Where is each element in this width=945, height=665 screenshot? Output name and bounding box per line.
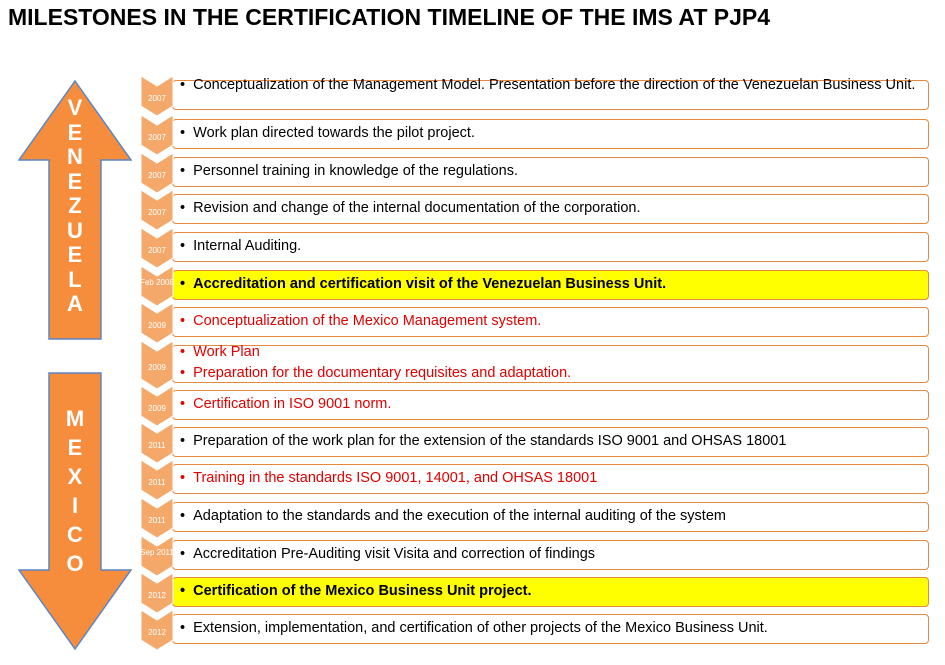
milestone-line: Extension, implementation, and certifica… <box>180 620 920 636</box>
milestone-line: Adaptation to the standards and the exec… <box>180 508 920 524</box>
milestone-date: 2012 <box>148 628 166 637</box>
milestone-line: Preparation for the documentary requisit… <box>180 363 920 384</box>
milestone-date: Feb 2008 <box>140 278 174 287</box>
date-chevron: 2012 <box>140 573 174 613</box>
venezuela-letter: V <box>67 95 83 120</box>
milestone-date: 2009 <box>148 321 166 330</box>
date-chevron: 2012 <box>140 610 174 650</box>
mexico-arrow-label: MEXICO <box>18 404 132 578</box>
milestone-text: Conceptualization of the Management Mode… <box>180 77 920 94</box>
mexico-letter: M <box>65 406 85 431</box>
venezuela-letter: L <box>68 266 82 292</box>
milestone-date: 2009 <box>148 363 166 372</box>
date-chevron: 2007 <box>140 115 174 155</box>
venezuela-letter: E <box>67 242 83 267</box>
milestone-text: Work plan directed towards the pilot pro… <box>180 125 920 141</box>
milestone-date: 2012 <box>148 591 166 600</box>
date-chevron: 2007 <box>140 76 174 116</box>
milestone-line: Training in the standards ISO 9001, 1400… <box>180 470 920 486</box>
milestone-date: Sep 2011 <box>140 548 174 557</box>
milestone-text: Conceptualization of the Mexico Manageme… <box>180 313 920 329</box>
milestone-text: Revision and change of the internal docu… <box>180 200 920 216</box>
milestone-date: 2007 <box>148 208 166 217</box>
date-chevron: 2009 <box>140 341 174 389</box>
milestone-line: Preparation of the work plan for the ext… <box>180 433 920 449</box>
date-chevron: 2009 <box>140 303 174 343</box>
milestone-text: Internal Auditing. <box>180 238 920 254</box>
milestone-date: 2007 <box>148 171 166 180</box>
milestone-text: Personnel training in knowledge of the r… <box>180 163 920 179</box>
milestone-line: Personnel training in knowledge of the r… <box>180 163 920 179</box>
date-chevron: Sep 2011 <box>140 536 174 576</box>
milestone-date: 2009 <box>148 404 166 413</box>
mexico-letter: I <box>71 493 79 518</box>
milestone-timeline: VENEZUELAMEXICO2007Conceptualization of … <box>0 0 945 665</box>
date-chevron: 2011 <box>140 460 174 500</box>
date-chevron: 2007 <box>140 153 174 193</box>
milestone-date: 2011 <box>148 516 166 525</box>
venezuela-letter: N <box>67 144 83 169</box>
milestone-line: Conceptualization of the Management Mode… <box>180 77 920 94</box>
milestone-text: Work PlanPreparation for the documentary… <box>180 342 920 384</box>
mexico-letter: X <box>67 464 83 489</box>
venezuela-letter: U <box>67 217 83 243</box>
milestone-text: Certification of the Mexico Business Uni… <box>180 583 920 599</box>
mexico-arrow: MEXICO <box>17 372 133 651</box>
milestone-line: Accreditation and certification visit of… <box>180 276 920 292</box>
milestone-date: 2007 <box>148 246 166 255</box>
milestone-text: Accreditation Pre-Auditing visit Visita … <box>180 546 920 562</box>
milestone-line: Certification of the Mexico Business Uni… <box>180 583 920 599</box>
milestone-text: Preparation of the work plan for the ext… <box>180 433 920 449</box>
milestone-date: 2007 <box>148 133 166 142</box>
milestone-line: Work Plan <box>180 342 920 363</box>
milestone-line: Certification in ISO 9001 norm. <box>180 396 920 412</box>
venezuela-arrow: VENEZUELA <box>17 79 133 340</box>
mexico-letter: O <box>66 551 84 576</box>
mexico-letter: E <box>67 435 83 460</box>
milestone-line: Work plan directed towards the pilot pro… <box>180 125 920 141</box>
milestone-date: 2011 <box>148 441 166 450</box>
date-chevron: 2007 <box>140 228 174 268</box>
milestone-line: Revision and change of the internal docu… <box>180 200 920 216</box>
milestone-date: 2011 <box>148 478 166 487</box>
milestone-text: Adaptation to the standards and the exec… <box>180 508 920 524</box>
milestone-text: Training in the standards ISO 9001, 1400… <box>180 470 920 486</box>
milestone-text: Extension, implementation, and certifica… <box>180 620 920 636</box>
venezuela-letter: Z <box>68 193 82 218</box>
venezuela-letter: E <box>67 119 83 145</box>
date-chevron: 2009 <box>140 386 174 426</box>
milestone-line: Accreditation Pre-Auditing visit Visita … <box>180 546 920 562</box>
date-chevron: 2011 <box>140 423 174 463</box>
milestone-line: Conceptualization of the Mexico Manageme… <box>180 313 920 329</box>
date-chevron: 2007 <box>140 190 174 230</box>
mexico-letter: C <box>67 522 83 547</box>
date-chevron: 2011 <box>140 498 174 538</box>
venezuela-letter: E <box>67 168 83 194</box>
milestone-line: Internal Auditing. <box>180 238 920 254</box>
milestone-text: Certification in ISO 9001 norm. <box>180 396 920 412</box>
venezuela-arrow-label: VENEZUELA <box>18 95 132 317</box>
milestone-text: Accreditation and certification visit of… <box>180 276 920 292</box>
date-chevron: Feb 2008 <box>140 266 174 306</box>
venezuela-letter: A <box>67 291 83 316</box>
milestone-date: 2007 <box>148 94 166 103</box>
